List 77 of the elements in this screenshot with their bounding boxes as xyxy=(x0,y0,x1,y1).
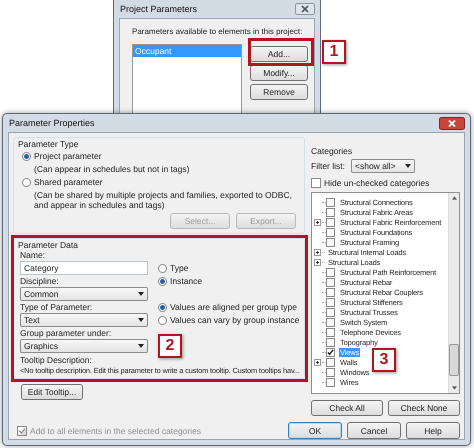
checkbox[interactable] xyxy=(326,208,335,216)
option-note: (Can be shared by multiple projects and families, exported to ODBC, and appear in schedules and tags) xyxy=(33,190,293,210)
close-icon[interactable] xyxy=(295,3,315,15)
radio-button[interactable] xyxy=(158,316,167,324)
check-all-button[interactable]: Check All xyxy=(311,400,383,416)
callout-number: 2 xyxy=(158,334,182,358)
caret-icon xyxy=(138,292,144,296)
window-title: Project Parameters xyxy=(120,4,198,14)
filter-dropdown[interactable]: <show all> xyxy=(351,159,415,173)
checkbox[interactable] xyxy=(326,268,335,276)
help-button[interactable]: Help xyxy=(406,422,460,439)
scroll-thumb[interactable] xyxy=(449,344,459,376)
checkbox[interactable] xyxy=(311,178,321,188)
highlight-frame xyxy=(248,38,314,66)
checkbox[interactable] xyxy=(326,198,335,206)
checkbox-label[interactable]: Hide un-checked categories xyxy=(324,178,430,188)
checkbox[interactable] xyxy=(326,348,335,356)
discipline-dropdown[interactable]: Common xyxy=(20,287,148,301)
cancel-button[interactable]: Cancel xyxy=(347,422,401,439)
radio-label[interactable]: Instance xyxy=(170,276,202,286)
group-title: Parameter Type xyxy=(18,139,78,149)
radio-button[interactable] xyxy=(158,276,167,286)
ok-button[interactable]: OK xyxy=(288,422,342,439)
field-label: Discipline: xyxy=(20,276,60,286)
checkbox[interactable] xyxy=(326,278,335,286)
group-dropdown[interactable]: Graphics xyxy=(20,339,148,353)
radio-label[interactable]: Project parameter xyxy=(34,151,102,161)
option-note: (Can appear in schedules but not in tags) xyxy=(33,164,190,174)
checkbox[interactable] xyxy=(326,358,335,366)
group-title: Parameter Data xyxy=(18,240,78,250)
scrollbar[interactable] xyxy=(448,193,459,393)
caret-icon xyxy=(405,164,411,168)
expand-icon[interactable] xyxy=(314,358,321,366)
window-title: Parameter Properties xyxy=(9,118,95,128)
expand-icon[interactable] xyxy=(314,218,321,226)
radio-label[interactable]: Values are aligned per group type xyxy=(170,302,297,312)
checkbox[interactable] xyxy=(326,378,335,386)
caret-icon xyxy=(138,344,144,348)
field-label: Group parameter under: xyxy=(20,328,112,338)
callout-number: 1 xyxy=(322,40,346,64)
callout-number: 3 xyxy=(372,348,396,372)
radio-label[interactable]: Values can vary by group instance xyxy=(170,315,300,325)
remove-button[interactable]: Remove xyxy=(250,84,308,100)
parameters-label: Parameters available to elements in this project: xyxy=(132,27,304,36)
field-label: Type of Parameter: xyxy=(20,302,94,312)
close-icon[interactable] xyxy=(439,116,465,130)
radio-button[interactable] xyxy=(158,264,167,272)
checkbox[interactable] xyxy=(326,218,335,226)
expand-icon[interactable] xyxy=(314,248,321,256)
checkbox[interactable] xyxy=(326,288,335,296)
checkbox[interactable] xyxy=(326,338,335,346)
radio-label[interactable]: Type xyxy=(170,263,188,273)
checkbox[interactable] xyxy=(326,318,335,326)
field-label: Name: xyxy=(20,250,46,260)
checkbox[interactable] xyxy=(326,238,335,246)
checkbox[interactable] xyxy=(326,328,335,336)
modify-button[interactable]: Modify... xyxy=(250,65,308,81)
radio-button[interactable] xyxy=(22,178,31,186)
expand-icon[interactable] xyxy=(314,258,321,266)
name-field[interactable]: Category xyxy=(20,261,148,275)
radio-button[interactable] xyxy=(158,302,167,312)
checkbox[interactable] xyxy=(326,228,335,236)
caret-icon xyxy=(138,318,144,322)
checkbox[interactable] xyxy=(326,308,335,316)
edit-tooltip-button[interactable]: Edit Tooltip... xyxy=(21,384,83,400)
group-title: Categories xyxy=(311,146,354,156)
scroll-up-icon[interactable] xyxy=(452,196,456,200)
check-none-button[interactable]: Check None xyxy=(388,400,460,416)
add-button[interactable]: Add... xyxy=(250,46,308,62)
checkbox[interactable] xyxy=(326,368,335,376)
radio-button[interactable] xyxy=(22,152,31,160)
field-label: Tooltip Description: xyxy=(20,355,93,365)
parameter-type-dropdown[interactable]: Text xyxy=(20,313,148,327)
radio-label[interactable]: Shared parameter xyxy=(34,177,103,187)
scroll-down-icon[interactable] xyxy=(452,386,456,390)
field-label: Filter list: xyxy=(311,161,345,171)
checkbox[interactable] xyxy=(326,298,335,306)
